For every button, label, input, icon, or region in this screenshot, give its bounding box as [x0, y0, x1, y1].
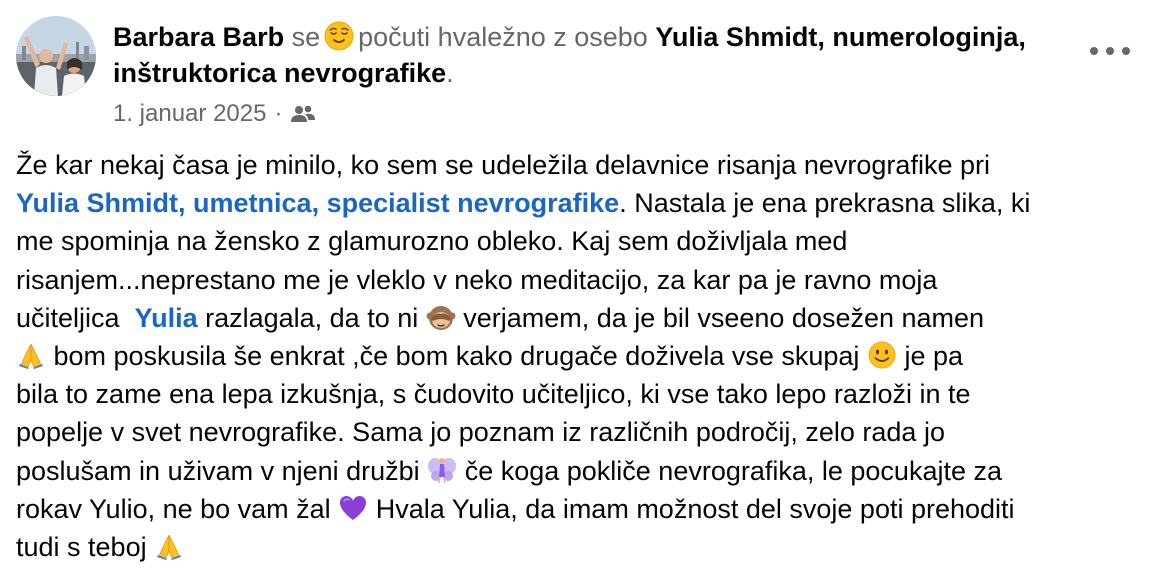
body-text: rokav Yulio, ne bo vam žal [16, 493, 339, 524]
body-line: popelje v svet nevrografike. Sama jo poz… [16, 413, 1156, 451]
mention-link[interactable]: Yulia [135, 303, 198, 333]
header-period: . [446, 58, 454, 88]
author-avatar[interactable] [16, 16, 96, 96]
body-line: učiteljica Yulia razlagala, da to ni ver… [16, 299, 1156, 337]
author-name[interactable]: Barbara Barb [113, 22, 284, 52]
body-line: rokav Yulio, ne bo vam žal Hvala Yulia, … [16, 490, 1156, 528]
body-text: Hvala Yulia, da imam možnost del svoje p… [368, 493, 1015, 524]
body-text: poslušam in uživam v njeni družbi [16, 455, 428, 486]
body-line: risanjem...neprestano me je vleklo v nek… [16, 261, 1156, 299]
body-text: verjamem, da je bil vseeno dosežen namen [455, 302, 985, 333]
fairy-emoji-icon [427, 455, 457, 485]
friends-icon[interactable] [290, 104, 316, 124]
feeling-prefix: se [291, 22, 321, 52]
body-text: če koga pokliče nevrografika, le pocukaj… [457, 455, 1002, 486]
body-line: tudi s teboj [16, 528, 1156, 566]
relieved-face-emoji-icon [324, 21, 354, 51]
body-text: risanjem...neprestano me je vleklo v nek… [16, 264, 938, 295]
see-no-evil-monkey-emoji-icon [426, 302, 456, 332]
post-body: Že kar nekaj časa je minilo, ko sem se u… [16, 146, 1156, 566]
body-text: razlagala, da to ni [197, 302, 426, 333]
smiling-face-emoji-icon [867, 340, 897, 370]
body-text: tudi s teboj [16, 531, 155, 562]
meta-separator: · [274, 100, 283, 127]
body-text: bila to zame ena lepa izkušnja, s čudovi… [16, 379, 971, 410]
more-horizontal-icon [1090, 47, 1098, 55]
post-card: Barbara Barb se počuti hvaležno z osebo … [0, 0, 1170, 576]
body-line: Yulia Shmidt, umetnica, specialist nevro… [16, 184, 1156, 222]
folded-hands-emoji-icon [154, 531, 184, 561]
body-text: me spominja na žensko z glamurozno oblek… [16, 226, 848, 257]
mention-link[interactable]: Yulia Shmidt, umetnica, specialist nevro… [16, 188, 619, 218]
avatar-photo [16, 16, 96, 96]
body-line: bom poskusila še enkrat ,če bom kako dru… [16, 337, 1156, 375]
post-header: Barbara Barb se počuti hvaležno z osebo … [113, 19, 1073, 91]
feeling-text: počuti hvaležno z osebo [358, 22, 648, 52]
post-meta: 1. januar 2025 · [113, 96, 316, 132]
post-date[interactable]: 1. januar 2025 [113, 96, 266, 132]
body-text: bom poskusila še enkrat ,če bom kako dru… [46, 340, 867, 371]
purple-heart-emoji-icon [338, 493, 368, 523]
more-dot [1122, 47, 1130, 55]
body-line: Že kar nekaj časa je minilo, ko sem se u… [16, 146, 1156, 184]
body-line: me spominja na žensko z glamurozno oblek… [16, 222, 1156, 260]
body-text: popelje v svet nevrografike. Sama jo poz… [16, 417, 945, 448]
body-line: bila to zame ena lepa izkušnja, s čudovi… [16, 375, 1156, 413]
body-text: Že kar nekaj časa je minilo, ko sem se u… [16, 150, 990, 180]
body-text: je pa [896, 340, 963, 371]
folded-hands-emoji-icon [16, 340, 46, 370]
body-line: poslušam in uživam v njeni družbi če kog… [16, 452, 1156, 490]
body-text: učiteljica [16, 302, 128, 333]
body-text: . Nastala je ena prekrasna slika, ki [619, 188, 1031, 219]
more-dot [1106, 47, 1114, 55]
more-options-button[interactable] [1090, 36, 1130, 66]
